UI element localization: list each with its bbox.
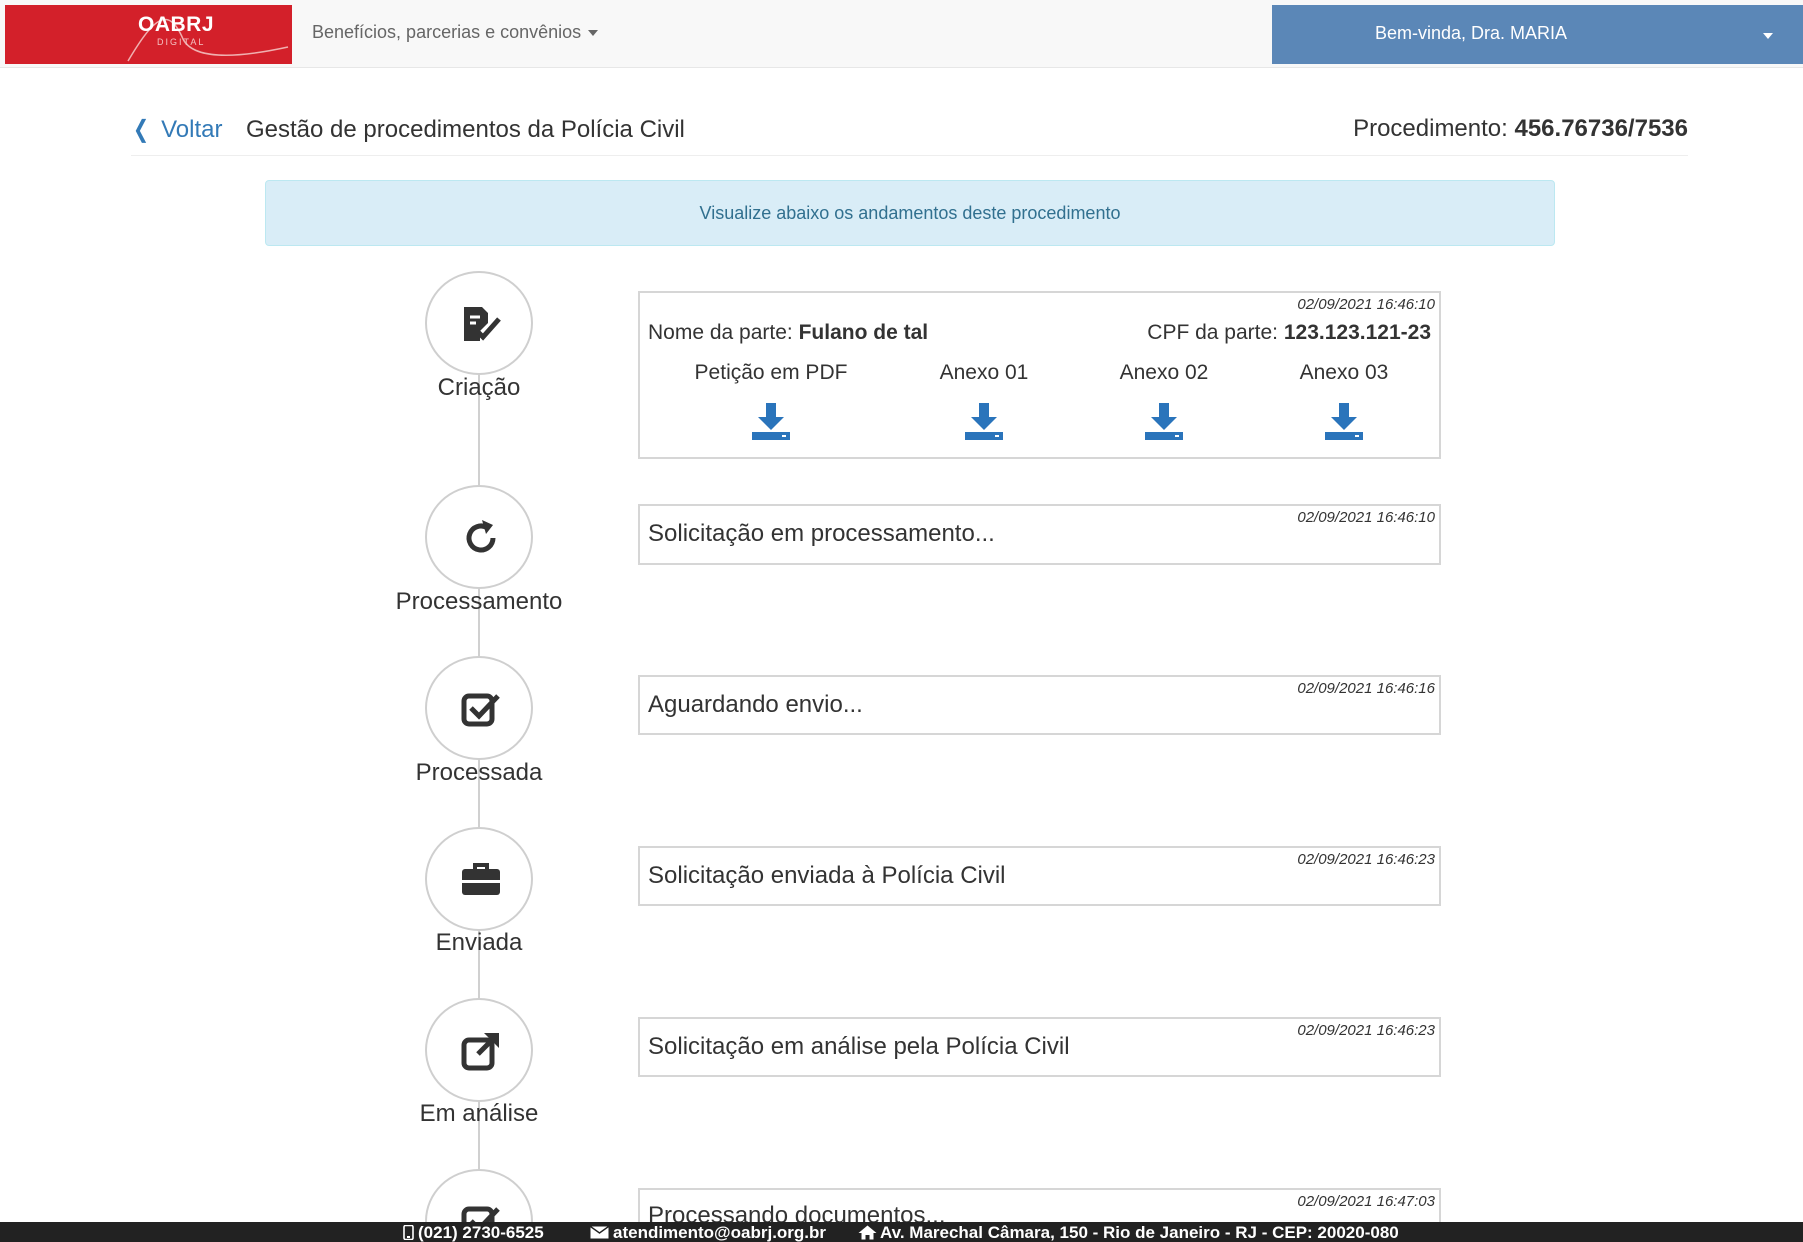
home-icon [858,1225,877,1240]
step-icon-processed [425,656,533,760]
step-label-sent: Enviada [435,929,523,956]
party-name: Nome da parte: Fulano de tal [648,321,928,345]
card-timestamp: 02/09/2021 16:46:23 [1297,851,1435,868]
attachment-label-petition: Petição em PDF [694,361,848,384]
download-icon[interactable] [1143,401,1185,443]
timeline-card-analysis: 02/09/2021 16:46:23 Solicitação em análi… [638,1017,1441,1077]
card-timestamp: 02/09/2021 16:46:16 [1297,680,1435,697]
party-name-label: Nome da parte: [648,321,793,344]
party-cpf-value: 123.123.121-23 [1283,321,1431,344]
card-status-text: Solicitação enviada à Polícia Civil [648,862,1006,889]
briefcase-icon [462,863,500,895]
procedure-label: Procedimento: [1353,115,1508,142]
timeline-card-sent: 02/09/2021 16:46:23 Solicitação enviada … [638,846,1441,906]
download-icon[interactable] [750,401,792,443]
back-label: Voltar [161,116,223,143]
step-icon-creation [425,271,533,375]
step-icon-processing [425,485,533,589]
top-navbar: OABRJ DIGITAL Benefícios, parcerias e co… [0,0,1803,68]
step-label-processed: Processada [415,759,543,786]
footer-phone: (021) 2730-6525 [403,1222,544,1242]
file-signature-icon [464,307,501,341]
user-greeting: Bem-vinda, Dra. MARIA [1375,23,1568,43]
benefits-dropdown-label: Benefícios, parcerias e convênios [312,22,582,42]
info-alert: Visualize abaixo os andamentos deste pro… [265,180,1555,246]
check-square-icon [461,693,500,727]
card-timestamp: 02/09/2021 16:47:03 [1297,1193,1435,1210]
card-status-text: Aguardando envio... [648,691,863,718]
attachment-label-anexo-02: Anexo 02 [1119,361,1209,384]
card-timestamp: 02/09/2021 16:46:10 [1297,509,1435,526]
footer-email[interactable]: atendimento@oabrj.org.br [590,1222,826,1242]
back-link[interactable]: ❮ Voltar [131,115,222,144]
footer-email-text: atendimento@oabrj.org.br [613,1223,827,1242]
attachment-label-anexo-01: Anexo 01 [939,361,1029,384]
card-status-text: Solicitação em processamento... [648,520,995,547]
party-cpf: CPF da parte: 123.123.121-23 [1147,321,1431,345]
download-icon[interactable] [963,401,1005,443]
oabrj-logo[interactable]: OABRJ DIGITAL [5,5,292,64]
card-timestamp: 02/09/2021 16:46:23 [1297,1022,1435,1039]
timeline-card-processed: 02/09/2021 16:46:16 Aguardando envio... [638,675,1441,735]
chevron-down-icon [1763,33,1773,39]
step-icon-analysis [425,998,533,1102]
timeline-card-creation: 02/09/2021 16:46:10 Nome da parte: Fulan… [638,291,1441,459]
footer-address-text: Av. Marechal Câmara, 150 - Rio de Janeir… [880,1223,1399,1242]
download-icon[interactable] [1323,401,1365,443]
user-dropdown[interactable]: Bem-vinda, Dra. MARIA [1272,5,1803,64]
logo-text: OABRJ [138,13,215,36]
procedure-value: 456.76736/7536 [1514,115,1688,142]
step-label-analysis: Em análise [419,1100,539,1127]
page-header: ❮ Voltar Gestão de procedimentos da Políc… [131,110,1688,156]
page-title: Gestão de procedimentos da Polícia Civil [246,116,685,143]
logo-subtext: DIGITAL [157,37,206,47]
card-status-text: Solicitação em análise pela Polícia Civi… [648,1033,1070,1060]
external-link-icon [461,1033,499,1071]
envelope-icon [590,1225,609,1239]
footer-address: Av. Marechal Câmara, 150 - Rio de Janeir… [858,1222,1399,1242]
procedure-number: Procedimento: 456.76736/7536 [1353,115,1688,143]
card-timestamp: 02/09/2021 16:46:10 [1297,296,1435,313]
footer-bar: (021) 2730-6525 atendimento@oabrj.org.br… [0,1222,1803,1242]
footer-phone-text: (021) 2730-6525 [418,1223,544,1242]
step-label-creation: Criação [437,374,521,401]
benefits-dropdown[interactable]: Benefícios, parcerias e convênios [312,22,599,43]
step-label-processing: Processamento [395,588,563,615]
party-cpf-label: CPF da parte: [1147,321,1279,344]
party-name-value: Fulano de tal [798,321,929,344]
phone-icon [403,1224,414,1241]
chevron-down-icon [588,30,599,37]
timeline-card-processing: 02/09/2021 16:46:10 Solicitação em proce… [638,504,1441,565]
chevron-left-icon: ❮ [133,116,150,143]
refresh-icon [466,520,496,553]
attachment-label-anexo-03: Anexo 03 [1299,361,1389,384]
step-icon-sent [425,827,533,931]
